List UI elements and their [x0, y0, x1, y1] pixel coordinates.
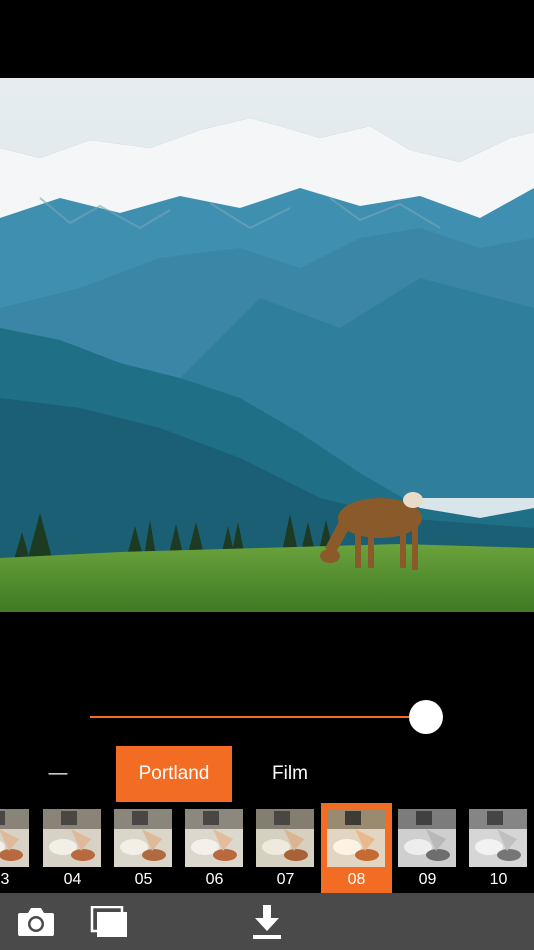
- filter-preview: [114, 809, 172, 867]
- slider-track[interactable]: [90, 716, 426, 718]
- slider-knob[interactable]: [409, 700, 443, 734]
- camera-icon[interactable]: [14, 893, 58, 950]
- landscape-image: [0, 78, 534, 612]
- filter-thumb[interactable]: 03: [0, 803, 36, 893]
- filter-label: 05: [134, 871, 153, 888]
- intensity-slider[interactable]: [90, 700, 446, 734]
- filter-label: 08: [347, 871, 366, 888]
- filter-preview: [256, 809, 314, 867]
- filter-label: 10: [489, 871, 508, 888]
- filter-thumb[interactable]: 07: [250, 803, 321, 893]
- filter-label: 09: [418, 871, 437, 888]
- photo-preview: [0, 78, 534, 612]
- category-tab-film[interactable]: Film: [250, 746, 330, 802]
- download-icon[interactable]: [247, 893, 287, 950]
- filter-thumb[interactable]: 06: [179, 803, 250, 893]
- filter-label: 06: [205, 871, 224, 888]
- filter-thumb[interactable]: 04: [37, 803, 108, 893]
- filter-label: 07: [276, 871, 295, 888]
- filter-label: 03: [0, 871, 10, 888]
- gallery-icon[interactable]: [88, 893, 130, 950]
- filter-preview: [398, 809, 456, 867]
- filter-strip[interactable]: 03 04 05 06 07 08 09 10: [0, 803, 534, 893]
- category-tab-none[interactable]: —: [22, 746, 94, 802]
- filter-thumb[interactable]: 10: [463, 803, 534, 893]
- category-tab-portland[interactable]: Portland: [116, 746, 232, 802]
- filter-thumb-selected[interactable]: 08: [321, 803, 392, 893]
- filter-category-tabs: — Portland Film: [0, 746, 534, 802]
- filter-preview: [469, 809, 527, 867]
- filter-thumb[interactable]: 09: [392, 803, 463, 893]
- bottom-toolbar: [0, 893, 534, 950]
- filter-preview: [43, 809, 101, 867]
- filter-thumb[interactable]: 05: [108, 803, 179, 893]
- filter-preview: [327, 809, 385, 867]
- filter-label: 04: [63, 871, 82, 888]
- filter-preview: [0, 809, 29, 867]
- filter-preview: [185, 809, 243, 867]
